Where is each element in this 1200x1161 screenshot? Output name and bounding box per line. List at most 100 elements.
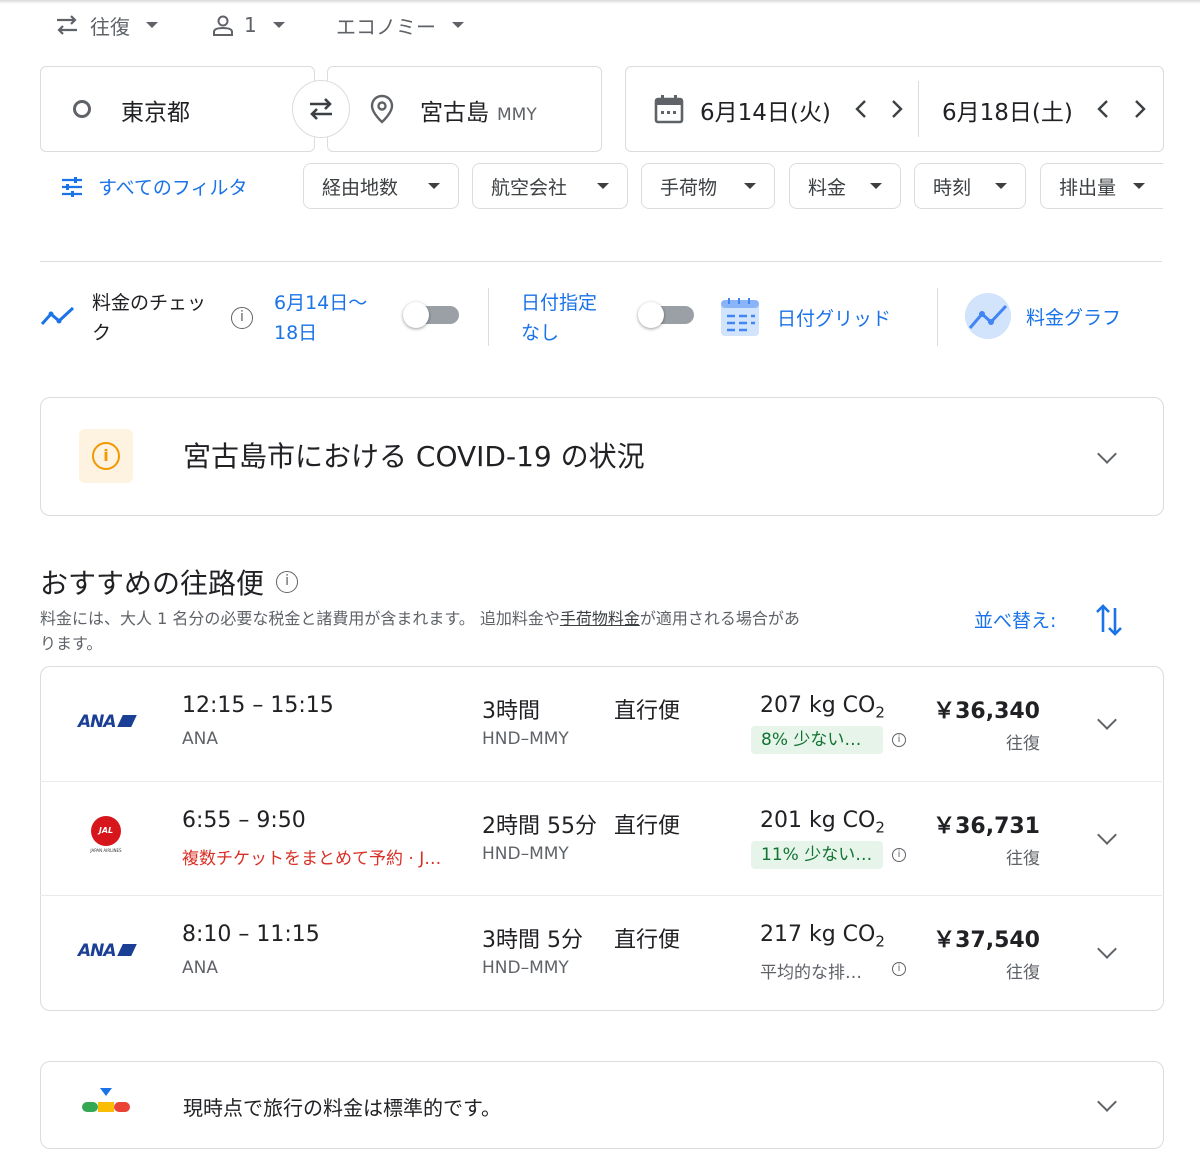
flight-co2: 201 kg CO2 [760,808,885,837]
chevron-down-icon[interactable] [1097,710,1117,730]
info-icon[interactable]: i [892,848,906,862]
date-grid-button[interactable]: 日付グリッド [719,296,891,338]
date-field[interactable]: 6月14日(火) 6月18日(土) [625,66,1164,152]
origin-value: 東京都 [121,100,190,126]
flight-row[interactable]: ANA 8:10 – 11:15 ANA 3時間 5分 HND–MMY 直行便 … [40,896,1162,1010]
price-note: 料金には、大人 1 名分の必要な税金と諸費用が含まれます。 追加料金や手荷物料金… [40,609,800,653]
baggage-fees-link[interactable]: 手荷物料金 [560,609,640,628]
flight-price: ￥36,340 [933,699,1040,724]
cabin-select[interactable]: エコノミー [336,10,464,40]
price-type: 往復 [1006,963,1040,983]
origin-circle-icon [73,100,91,118]
sort-label[interactable]: 並べ替え: [974,606,1056,633]
calendar-icon [654,95,684,124]
chevron-down-icon[interactable] [1097,939,1117,959]
covid-title: 宮古島市における COVID-19 の状況 [183,440,645,473]
price-insight-card[interactable]: 現時点で旅行の料金は標準的です。 [40,1061,1164,1149]
all-filters-button[interactable]: すべてのフィルタ [60,173,248,200]
track-dates-toggle[interactable] [403,302,459,328]
flight-airline: ANA [182,958,218,978]
flight-time: 6:55 – 9:50 [182,808,306,833]
section-divider [40,261,1162,262]
info-icon[interactable]: i [892,962,906,976]
price-level-icon [82,1088,130,1112]
filter-chip-airlines[interactable]: 航空会社 [472,163,628,209]
chevron-down-icon[interactable] [1097,1092,1117,1112]
price-graph-label: 料金グラフ [1026,306,1122,329]
flight-route: HND–MMY [482,844,569,864]
track-prices-label: 料金のチェッ ク [92,292,207,344]
filter-chip-times[interactable]: 時刻 [914,163,1026,209]
any-dates-label: 日付指定 なし [521,292,598,344]
location-pin-icon [370,94,394,124]
chevron-left-icon[interactable] [854,99,868,119]
chip-label: 排出量 [1059,176,1117,199]
flight-co2: 207 kg CO2 [760,693,885,722]
person-icon [213,15,233,36]
filter-chip-price[interactable]: 料金 [789,163,901,209]
info-icon[interactable]: i [892,733,906,747]
flight-time: 8:10 – 11:15 [182,922,320,947]
trip-type-label: 往復 [90,14,130,39]
covid-card[interactable]: i 宮古島市における COVID-19 の状況 [40,397,1164,516]
chevron-down-icon [995,183,1007,189]
info-icon[interactable]: i [231,307,253,329]
info-icon: i [92,442,120,470]
swap-button[interactable] [292,80,350,138]
price-graph-button[interactable]: 料金グラフ [964,292,1121,340]
flight-duration: 2時間 55分 [482,814,597,839]
tracking-divider [937,288,938,346]
sort-icon[interactable] [1094,602,1124,638]
flight-airline: 複数チケットをまとめて予約 · J… [182,849,442,869]
co2-note: 平均的な排… [760,963,862,983]
ana-logo: ANA [78,712,137,732]
info-icon[interactable]: i [276,571,299,593]
swap-arrows-icon [57,15,77,35]
depart-date[interactable]: 6月14日(火) [700,93,831,127]
chevron-right-icon[interactable] [890,99,904,119]
chevron-down-icon [146,22,158,28]
date-grid-icon [721,298,759,336]
filter-chip-bags[interactable]: 手荷物 [641,163,775,209]
flight-co2: 217 kg CO2 [760,922,885,951]
any-dates-toggle[interactable] [638,302,694,328]
chevron-down-icon [272,22,285,28]
track-dates: 6月14日〜 18日 [274,292,368,344]
chevron-right-icon[interactable] [1133,99,1147,119]
flight-stops: 直行便 [614,814,681,839]
flight-price: ￥37,540 [933,928,1040,953]
chevron-left-icon[interactable] [1096,99,1110,119]
return-date[interactable]: 6月18日(土) [942,93,1073,127]
flight-row[interactable]: ANA 12:15 – 15:15 ANA 3時間 HND–MMY 直行便 20… [40,667,1162,781]
chevron-down-icon [428,183,440,189]
filter-chip-stops[interactable]: 経由地数 [303,163,459,209]
passengers-select[interactable]: 1 [212,10,285,40]
flight-stops: 直行便 [614,928,681,953]
origin-field[interactable]: 東京都 [40,66,315,152]
price-graph-icon [965,293,1011,339]
chevron-down-icon [597,183,609,189]
flight-duration: 3時間 5分 [482,928,583,953]
date-grid-label: 日付グリッド [777,307,892,330]
filter-chip-emissions[interactable]: 排出量 [1040,163,1163,209]
destination-field[interactable]: 宮古島 MMY [327,66,602,152]
flight-route: HND–MMY [482,958,569,978]
chevron-down-icon [870,183,882,189]
trip-type-select[interactable]: 往復 [54,10,158,40]
chip-label: 手荷物 [660,176,718,199]
flight-duration: 3時間 [482,699,540,724]
flight-price: ￥36,731 [933,814,1040,839]
cabin-label: エコノミー [336,14,436,39]
chip-label: 料金 [808,176,847,199]
flight-row[interactable]: JAL JAPAN AIRLINES 6:55 – 9:50 複数チケットをまと… [40,782,1162,896]
price-type: 往復 [1006,849,1040,869]
passenger-count: 1 [244,13,257,37]
chip-label: 経由地数 [322,176,399,199]
price-insight-text: 現時点で旅行の料金は標準的です。 [183,1096,501,1120]
chevron-down-icon[interactable] [1097,825,1117,845]
chevron-down-icon[interactable] [1097,444,1117,464]
co2-badge: 11% 少ない… [751,841,883,869]
trend-icon [40,306,75,326]
co2-badge: 8% 少ない… [751,726,883,754]
covid-icon-box: i [79,429,133,483]
